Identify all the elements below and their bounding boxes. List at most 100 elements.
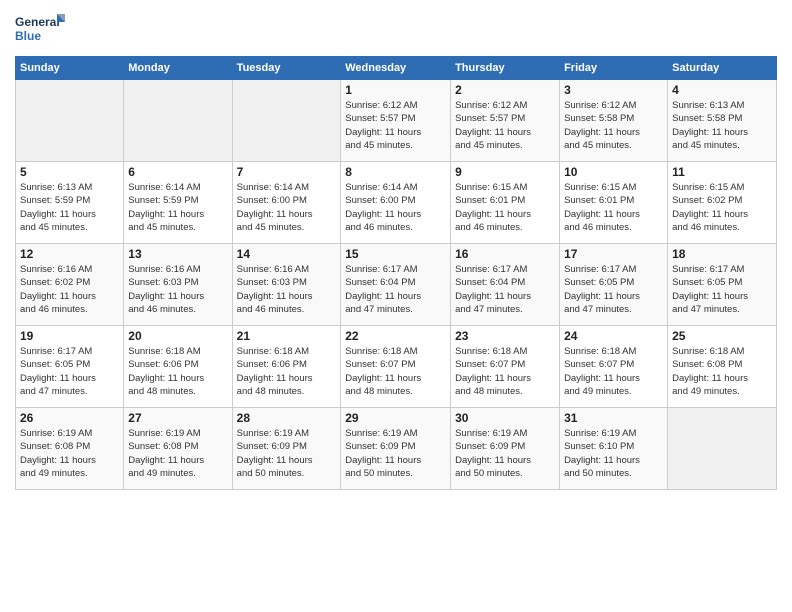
day-number: 11	[672, 165, 772, 179]
day-info: Sunrise: 6:16 AMSunset: 6:03 PMDaylight:…	[237, 263, 337, 316]
calendar-cell: 3Sunrise: 6:12 AMSunset: 5:58 PMDaylight…	[560, 80, 668, 162]
calendar-cell: 26 Sunrise: 6:19 AMSunset: 6:08 PMDayligh…	[16, 408, 124, 490]
day-number: 31	[564, 411, 663, 425]
calendar-cell: 10 Sunrise: 6:15 AMSunset: 6:01 PMDayligh…	[560, 162, 668, 244]
day-info: Sunrise: 6:15 AMSunset: 6:01 PMDaylight:…	[455, 181, 555, 234]
day-number: 14	[237, 247, 337, 261]
day-number: 23	[455, 329, 555, 343]
calendar-cell: 21Sunrise: 6:18 AMSunset: 6:06 PMDayligh…	[232, 326, 341, 408]
calendar-cell: 25 Sunrise: 6:18 AMSunset: 6:08 PMDayligh…	[668, 326, 777, 408]
calendar-cell: 18Sunrise: 6:17 AMSunset: 6:05 PMDayligh…	[668, 244, 777, 326]
day-info: Sunrise: 6:18 AMSunset: 6:07 PMDaylight:…	[564, 345, 663, 398]
day-info: Sunrise: 6:18 AMSunset: 6:06 PMDaylight:…	[237, 345, 337, 398]
day-info: Sunrise: 6:16 AMSunset: 6:02 PMDaylight:…	[20, 263, 119, 316]
calendar-cell: 12 Sunrise: 6:16 AMSunset: 6:02 PMDayligh…	[16, 244, 124, 326]
day-number: 3	[564, 83, 663, 97]
day-info: Sunrise: 6:18 AMSunset: 6:08 PMDaylight:…	[672, 345, 772, 398]
weekday-header-wednesday: Wednesday	[341, 57, 451, 80]
day-number: 7	[237, 165, 337, 179]
day-info: Sunrise: 6:19 AMSunset: 6:08 PMDaylight:…	[20, 427, 119, 480]
day-info: Sunrise: 6:19 AMSunset: 6:09 PMDaylight:…	[237, 427, 337, 480]
day-info: Sunrise: 6:15 AMSunset: 6:02 PMDaylight:…	[672, 181, 772, 234]
logo: General Blue	[15, 10, 70, 48]
day-info: Sunrise: 6:18 AMSunset: 6:07 PMDaylight:…	[455, 345, 555, 398]
calendar-cell: 19 Sunrise: 6:17 AMSunset: 6:05 PMDayligh…	[16, 326, 124, 408]
day-number: 19	[20, 329, 119, 343]
calendar-cell: 2 Sunrise: 6:12 AMSunset: 5:57 PMDaylight…	[451, 80, 560, 162]
day-info: Sunrise: 6:18 AMSunset: 6:06 PMDaylight:…	[128, 345, 227, 398]
calendar-cell: 23 Sunrise: 6:18 AMSunset: 6:07 PMDayligh…	[451, 326, 560, 408]
week-row-4: 19 Sunrise: 6:17 AMSunset: 6:05 PMDayligh…	[16, 326, 777, 408]
calendar-cell: 24 Sunrise: 6:18 AMSunset: 6:07 PMDayligh…	[560, 326, 668, 408]
day-info: Sunrise: 6:19 AMSunset: 6:09 PMDaylight:…	[455, 427, 555, 480]
calendar-cell	[124, 80, 232, 162]
day-info: Sunrise: 6:12 AMSunset: 5:57 PMDaylight:…	[345, 99, 446, 152]
day-number: 8	[345, 165, 446, 179]
day-info: Sunrise: 6:17 AMSunset: 6:04 PMDaylight:…	[345, 263, 446, 316]
day-number: 24	[564, 329, 663, 343]
day-number: 29	[345, 411, 446, 425]
calendar-cell: 1 Sunrise: 6:12 AMSunset: 5:57 PMDaylight…	[341, 80, 451, 162]
calendar-cell: 31 Sunrise: 6:19 AMSunset: 6:10 PMDayligh…	[560, 408, 668, 490]
day-number: 13	[128, 247, 227, 261]
calendar-cell: 20 Sunrise: 6:18 AMSunset: 6:06 PMDayligh…	[124, 326, 232, 408]
day-number: 2	[455, 83, 555, 97]
day-info: Sunrise: 6:13 AMSunset: 5:59 PMDaylight:…	[20, 181, 119, 234]
day-info: Sunrise: 6:14 AMSunset: 6:00 PMDaylight:…	[237, 181, 337, 234]
calendar-cell: 9 Sunrise: 6:15 AMSunset: 6:01 PMDaylight…	[451, 162, 560, 244]
logo-svg: General Blue	[15, 10, 70, 48]
day-number: 10	[564, 165, 663, 179]
day-info: Sunrise: 6:13 AMSunset: 5:58 PMDaylight:…	[672, 99, 772, 152]
day-info: Sunrise: 6:19 AMSunset: 6:08 PMDaylight:…	[128, 427, 227, 480]
day-number: 16	[455, 247, 555, 261]
day-info: Sunrise: 6:15 AMSunset: 6:01 PMDaylight:…	[564, 181, 663, 234]
calendar-cell: 28Sunrise: 6:19 AMSunset: 6:09 PMDayligh…	[232, 408, 341, 490]
day-info: Sunrise: 6:17 AMSunset: 6:05 PMDaylight:…	[672, 263, 772, 316]
svg-text:General: General	[15, 15, 60, 29]
calendar-cell: 22Sunrise: 6:18 AMSunset: 6:07 PMDayligh…	[341, 326, 451, 408]
day-number: 12	[20, 247, 119, 261]
calendar-cell: 29 Sunrise: 6:19 AMSunset: 6:09 PMDayligh…	[341, 408, 451, 490]
day-number: 26	[20, 411, 119, 425]
day-number: 15	[345, 247, 446, 261]
weekday-header-thursday: Thursday	[451, 57, 560, 80]
calendar-cell: 5 Sunrise: 6:13 AMSunset: 5:59 PMDaylight…	[16, 162, 124, 244]
week-row-3: 12 Sunrise: 6:16 AMSunset: 6:02 PMDayligh…	[16, 244, 777, 326]
day-info: Sunrise: 6:14 AMSunset: 5:59 PMDaylight:…	[128, 181, 227, 234]
day-number: 9	[455, 165, 555, 179]
calendar-cell: 4Sunrise: 6:13 AMSunset: 5:58 PMDaylight…	[668, 80, 777, 162]
calendar-page: General Blue SundayMondayTuesdayWednesda…	[0, 0, 792, 612]
calendar-cell: 8 Sunrise: 6:14 AMSunset: 6:00 PMDaylight…	[341, 162, 451, 244]
day-number: 17	[564, 247, 663, 261]
calendar-cell	[16, 80, 124, 162]
day-number: 5	[20, 165, 119, 179]
calendar-cell: 15 Sunrise: 6:17 AMSunset: 6:04 PMDayligh…	[341, 244, 451, 326]
week-row-2: 5 Sunrise: 6:13 AMSunset: 5:59 PMDaylight…	[16, 162, 777, 244]
svg-text:Blue: Blue	[15, 29, 41, 43]
day-info: Sunrise: 6:12 AMSunset: 5:57 PMDaylight:…	[455, 99, 555, 152]
weekday-header-tuesday: Tuesday	[232, 57, 341, 80]
day-info: Sunrise: 6:17 AMSunset: 6:05 PMDaylight:…	[20, 345, 119, 398]
week-row-5: 26 Sunrise: 6:19 AMSunset: 6:08 PMDayligh…	[16, 408, 777, 490]
day-info: Sunrise: 6:17 AMSunset: 6:04 PMDaylight:…	[455, 263, 555, 316]
week-row-1: 1 Sunrise: 6:12 AMSunset: 5:57 PMDaylight…	[16, 80, 777, 162]
day-info: Sunrise: 6:19 AMSunset: 6:10 PMDaylight:…	[564, 427, 663, 480]
calendar-cell: 16 Sunrise: 6:17 AMSunset: 6:04 PMDayligh…	[451, 244, 560, 326]
calendar-cell: 7 Sunrise: 6:14 AMSunset: 6:00 PMDaylight…	[232, 162, 341, 244]
calendar-cell: 13Sunrise: 6:16 AMSunset: 6:03 PMDayligh…	[124, 244, 232, 326]
day-info: Sunrise: 6:18 AMSunset: 6:07 PMDaylight:…	[345, 345, 446, 398]
day-info: Sunrise: 6:17 AMSunset: 6:05 PMDaylight:…	[564, 263, 663, 316]
day-number: 1	[345, 83, 446, 97]
calendar-table: SundayMondayTuesdayWednesdayThursdayFrid…	[15, 56, 777, 490]
weekday-header-sunday: Sunday	[16, 57, 124, 80]
weekday-header-monday: Monday	[124, 57, 232, 80]
day-info: Sunrise: 6:14 AMSunset: 6:00 PMDaylight:…	[345, 181, 446, 234]
day-info: Sunrise: 6:19 AMSunset: 6:09 PMDaylight:…	[345, 427, 446, 480]
weekday-header-row: SundayMondayTuesdayWednesdayThursdayFrid…	[16, 57, 777, 80]
calendar-cell: 17 Sunrise: 6:17 AMSunset: 6:05 PMDayligh…	[560, 244, 668, 326]
day-number: 25	[672, 329, 772, 343]
calendar-cell	[668, 408, 777, 490]
weekday-header-friday: Friday	[560, 57, 668, 80]
calendar-cell: 11 Sunrise: 6:15 AMSunset: 6:02 PMDayligh…	[668, 162, 777, 244]
day-number: 20	[128, 329, 227, 343]
